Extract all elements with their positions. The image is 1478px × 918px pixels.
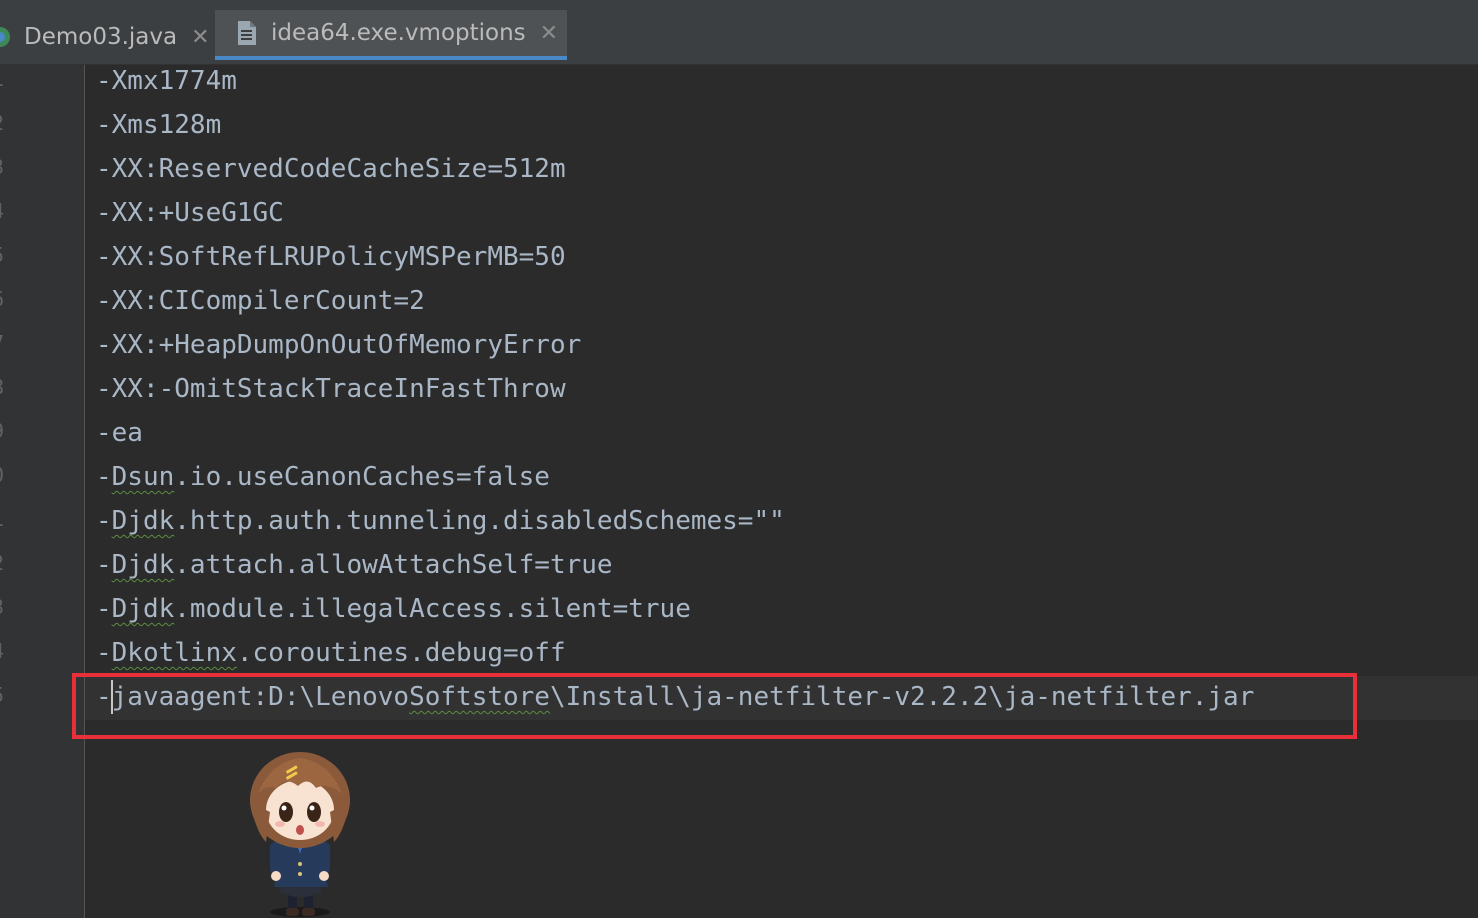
line-number-gutter: 1 2 3 4 5 6 7 8 9 0 1 2 3 4 5 xyxy=(0,65,85,918)
code-line[interactable]: -XX:+HeapDumpOnOutOfMemoryError xyxy=(96,327,581,363)
spelling-warning: Djdk xyxy=(111,506,175,536)
code-text: .io.useCanonCaches=false xyxy=(174,462,550,492)
line-number: 5 xyxy=(0,683,12,707)
code-text: .attach.allowAttachSelf=true xyxy=(174,550,613,580)
tab-label: Demo03.java xyxy=(24,24,178,50)
editor-tab-bar: Demo03.java ✕ idea64.exe.vmoptions ✕ xyxy=(0,10,1478,65)
window-top-strip xyxy=(0,0,1478,10)
line-number: 1 xyxy=(0,67,12,91)
text-file-icon xyxy=(238,21,256,45)
close-icon[interactable]: ✕ xyxy=(540,21,558,46)
line-number: 4 xyxy=(0,639,12,663)
spelling-warning: Djdk xyxy=(111,550,175,580)
code-line[interactable]: -Djdk.module.illegalAccess.silent=true xyxy=(96,591,691,627)
line-number: 3 xyxy=(0,155,12,179)
code-line[interactable]: -XX:-OmitStackTraceInFastThrow xyxy=(96,371,566,407)
code-line[interactable]: -Djdk.http.auth.tunneling.disabledScheme… xyxy=(96,503,785,539)
code-text: - xyxy=(96,462,112,492)
line-number: 7 xyxy=(0,331,12,355)
code-text: - xyxy=(96,638,112,668)
annotation-highlight-box xyxy=(72,673,1357,739)
java-class-icon xyxy=(0,27,10,47)
line-number: 9 xyxy=(0,419,12,443)
line-number: 6 xyxy=(0,287,12,311)
line-number: 4 xyxy=(0,199,12,223)
code-line[interactable]: -Dkotlinx.coroutines.debug=off xyxy=(96,635,566,671)
code-text: - xyxy=(96,506,112,536)
code-text: .module.illegalAccess.silent=true xyxy=(174,594,691,624)
code-line[interactable]: -Xms128m xyxy=(96,107,221,143)
code-line[interactable]: -XX:+UseG1GC xyxy=(96,195,284,231)
anime-mascot-image xyxy=(250,752,350,917)
code-line[interactable]: -XX:SoftRefLRUPolicyMSPerMB=50 xyxy=(96,239,566,275)
spelling-warning: Dsun xyxy=(111,462,175,492)
line-number: 0 xyxy=(0,463,12,487)
code-line[interactable]: -Dsun.io.useCanonCaches=false xyxy=(96,459,550,495)
code-line[interactable]: -ea xyxy=(96,415,143,451)
code-line[interactable]: -Xmx1774m xyxy=(96,63,237,99)
line-number: 3 xyxy=(0,595,12,619)
tab-demo03-java[interactable]: Demo03.java ✕ xyxy=(0,10,214,64)
tab-idea64-vmoptions[interactable]: idea64.exe.vmoptions ✕ xyxy=(215,10,567,60)
line-number: 2 xyxy=(0,551,12,575)
code-text: .http.auth.tunneling.disabledSchemes="" xyxy=(174,506,785,536)
line-number: 2 xyxy=(0,111,12,135)
code-line[interactable]: -XX:CICompilerCount=2 xyxy=(96,283,425,319)
spelling-warning: Djdk xyxy=(111,594,175,624)
line-number: 1 xyxy=(0,507,12,531)
line-number: 5 xyxy=(0,243,12,267)
spelling-warning: Dkotlinx xyxy=(111,638,237,668)
code-text: - xyxy=(96,550,112,580)
tab-label: idea64.exe.vmoptions xyxy=(271,20,526,46)
code-line[interactable]: -XX:ReservedCodeCacheSize=512m xyxy=(96,151,566,187)
code-text: - xyxy=(96,594,112,624)
code-text: .coroutines.debug=off xyxy=(236,638,566,668)
close-icon[interactable]: ✕ xyxy=(191,25,209,50)
code-line[interactable]: -Djdk.attach.allowAttachSelf=true xyxy=(96,547,613,583)
line-number: 8 xyxy=(0,375,12,399)
